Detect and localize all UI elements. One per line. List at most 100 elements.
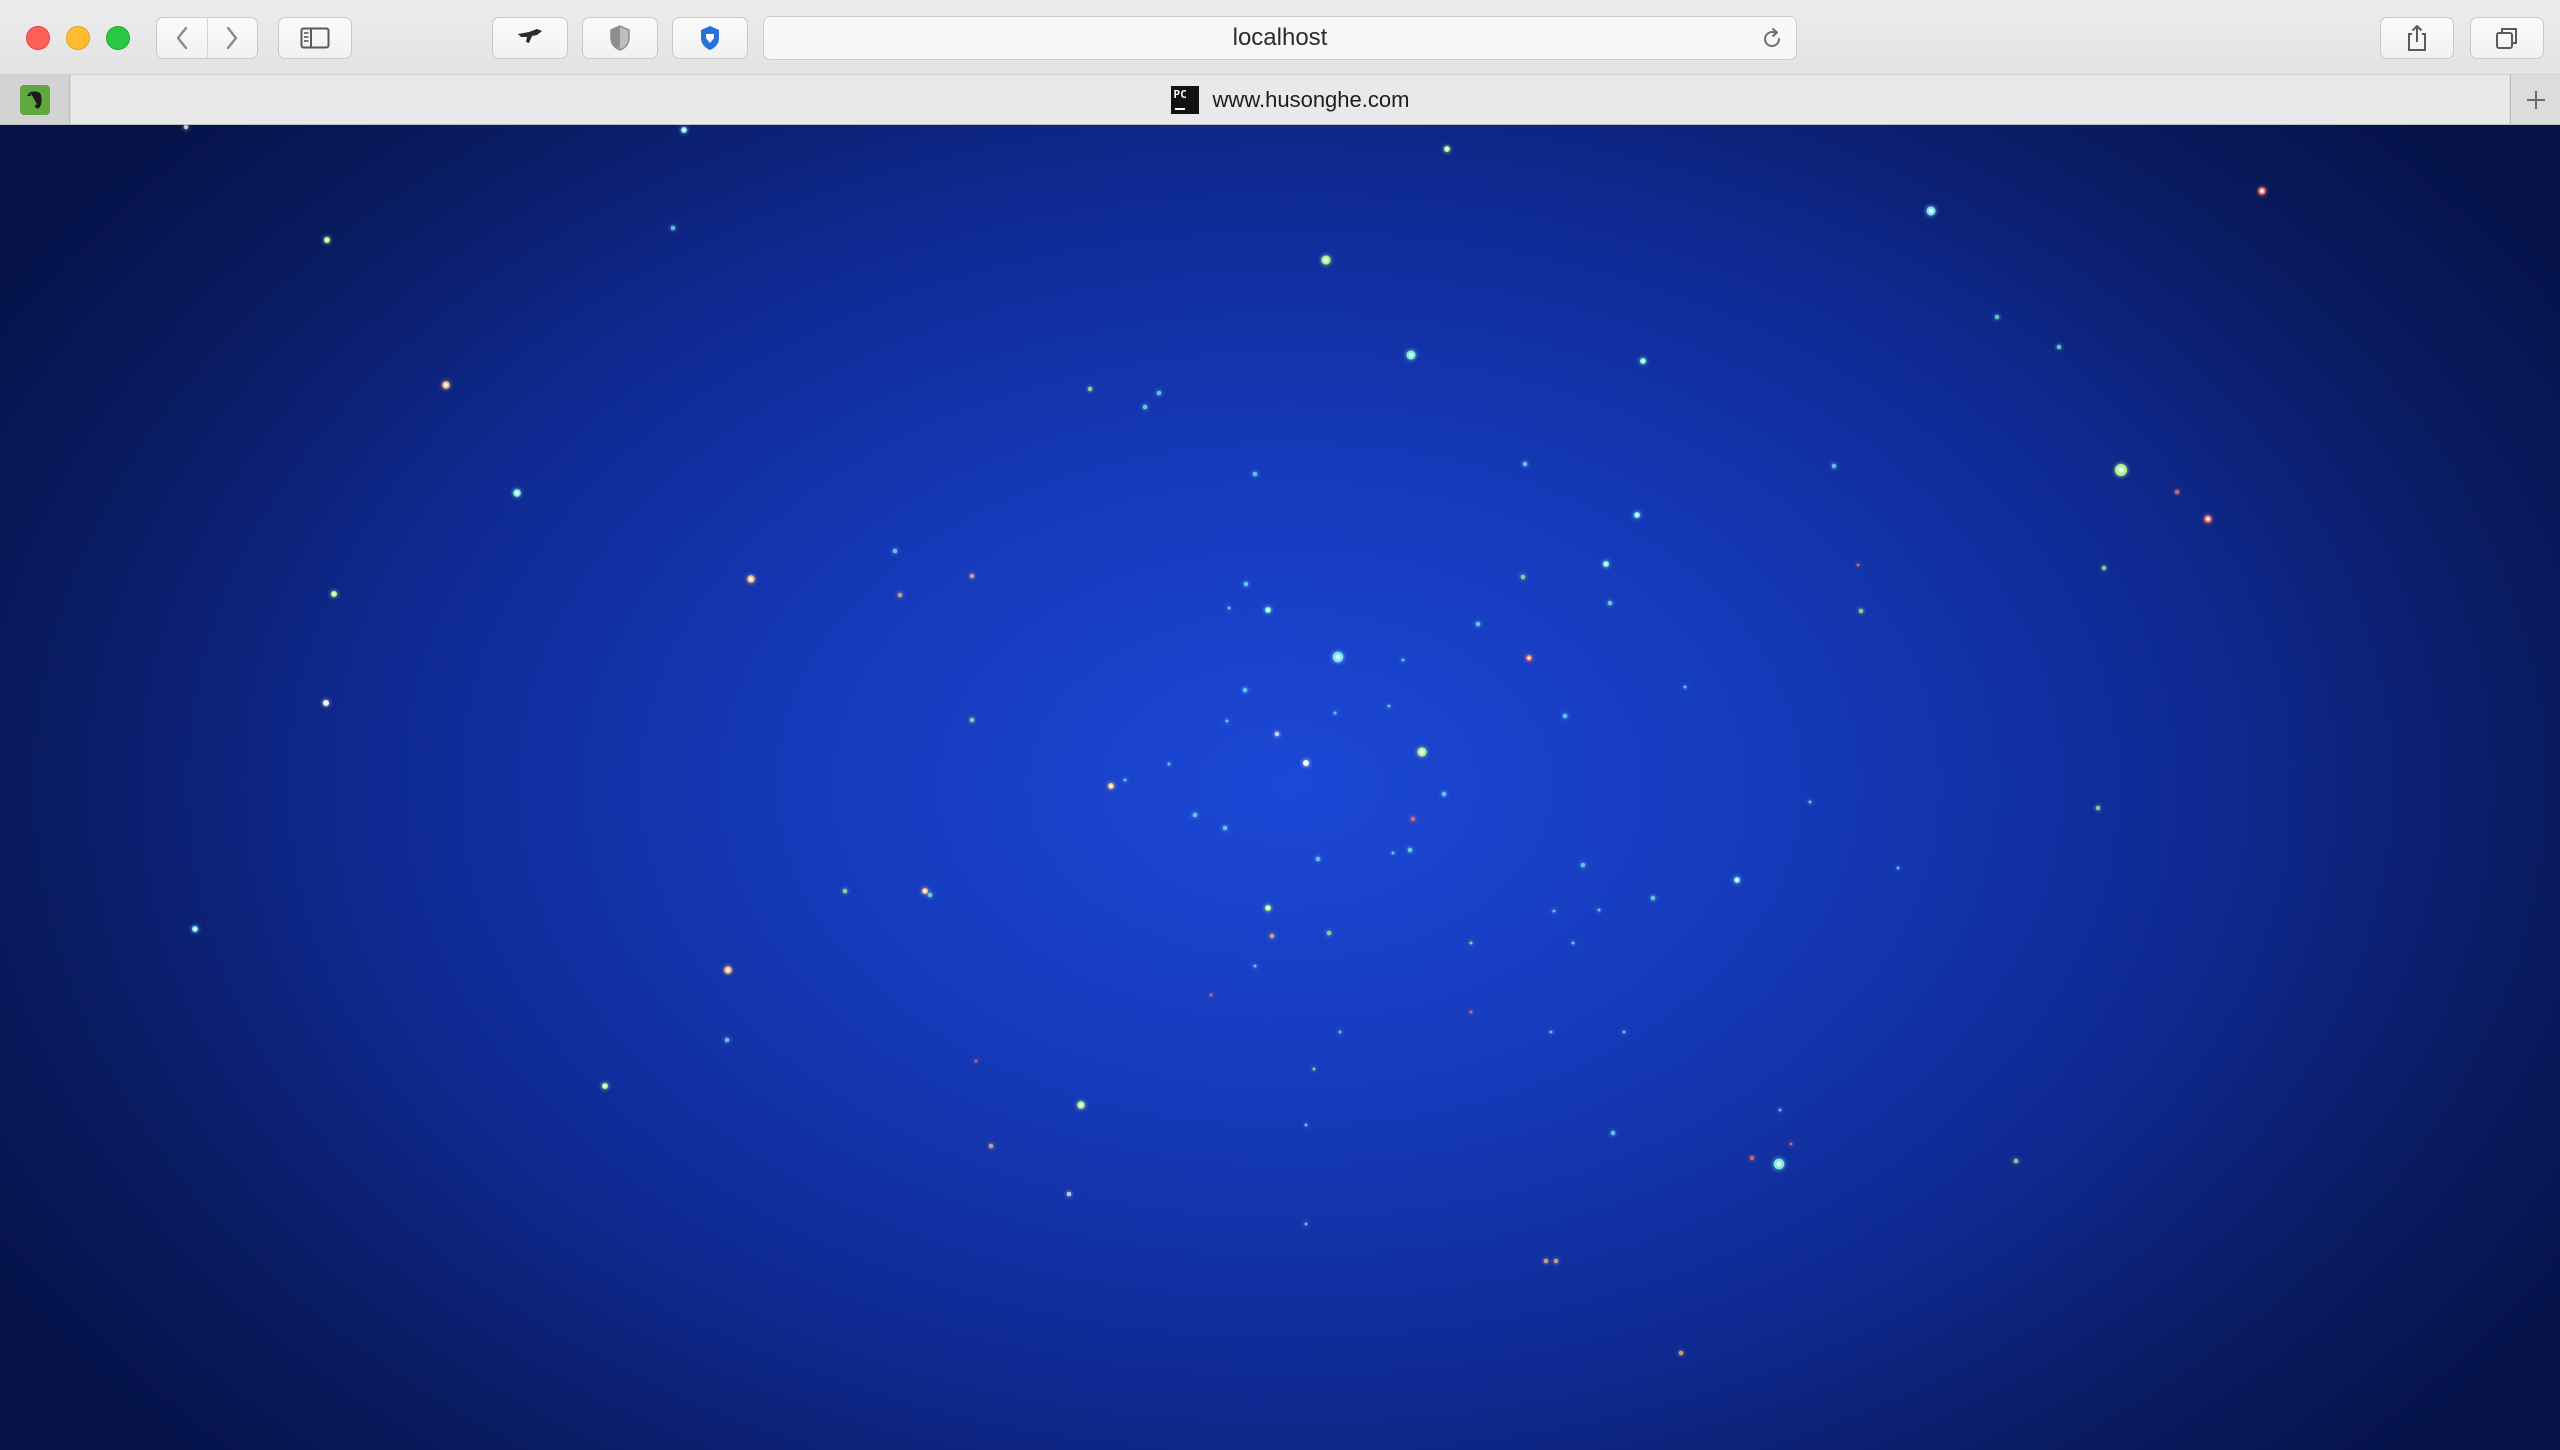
particle [988, 1143, 994, 1149]
particle [2013, 1158, 2019, 1164]
particle-core [1109, 784, 1113, 788]
particle [1520, 574, 1526, 580]
sidebar-icon [300, 27, 330, 49]
close-window-button[interactable] [26, 26, 50, 50]
particle [1549, 1030, 1553, 1034]
bird-extension-button[interactable] [492, 17, 568, 59]
tabs-overview-button[interactable] [2470, 17, 2544, 59]
particle [1580, 862, 1586, 868]
reload-icon [1764, 28, 1781, 48]
particle [1622, 1030, 1626, 1034]
tab-husonghe[interactable]: PC www.husonghe.com [71, 75, 2509, 124]
particle-core [1079, 1103, 1083, 1107]
particle-core [1776, 1161, 1782, 1167]
particle [2095, 805, 2101, 811]
bird-extension-icon [518, 29, 542, 43]
particle [1831, 463, 1837, 469]
particle [1253, 964, 1257, 968]
particle [1994, 314, 2000, 320]
particle [1243, 581, 1249, 587]
particle [1333, 711, 1337, 715]
particle [1192, 812, 1198, 818]
back-icon [176, 26, 187, 50]
particle [2101, 565, 2107, 571]
minimize-window-button[interactable] [66, 26, 90, 50]
particle-core [1641, 359, 1645, 363]
particle [1274, 731, 1280, 737]
particle [1683, 685, 1687, 689]
bitwarden-shield-icon [701, 26, 719, 50]
particle-core [923, 889, 927, 893]
particle-core [444, 383, 448, 387]
particle [183, 125, 189, 130]
particle [1475, 621, 1481, 627]
particle [1552, 909, 1556, 913]
particle [1469, 941, 1473, 945]
particle-core [1445, 147, 1449, 151]
particle [1469, 1010, 1473, 1014]
particle-core [1323, 257, 1329, 263]
pinned-tab[interactable] [0, 75, 70, 124]
sidebar-button[interactable] [278, 17, 352, 59]
share-icon [2408, 25, 2426, 51]
particle-core [603, 1084, 607, 1088]
particle-core [1266, 608, 1270, 612]
particle [1410, 816, 1416, 822]
particle [1225, 719, 1229, 723]
reload-button[interactable] [1760, 27, 1784, 56]
particle [969, 573, 975, 579]
particle [1242, 687, 1248, 693]
particle [1543, 1258, 1549, 1264]
particle-core [1419, 749, 1425, 755]
particle [1209, 993, 1213, 997]
particle [897, 592, 903, 598]
particle [1227, 606, 1231, 610]
particle [1553, 1258, 1559, 1264]
particle [1407, 847, 1413, 853]
back-button[interactable] [157, 18, 207, 58]
particle [1315, 856, 1321, 862]
particle [1167, 762, 1171, 766]
particle-canvas[interactable] [0, 125, 2560, 1450]
particle [1522, 461, 1528, 467]
particle [1123, 778, 1127, 782]
browser-toolbar: localhost [0, 0, 2560, 75]
particle [1269, 933, 1275, 939]
particle [1858, 608, 1864, 614]
bitwarden-extension-button[interactable] [672, 17, 748, 59]
particle [1789, 1142, 1793, 1146]
particle-core [2118, 467, 2124, 473]
new-tab-icon [2526, 90, 2545, 109]
tab-title: www.husonghe.com [1212, 86, 1410, 112]
particle [1156, 390, 1162, 396]
particle-core [749, 577, 753, 581]
particle [1304, 1123, 1308, 1127]
particle [2174, 489, 2180, 495]
particle-core [1266, 906, 1270, 910]
particle-core [515, 491, 519, 495]
share-button[interactable] [2380, 17, 2454, 59]
pycharm-icon: PC [1170, 85, 1199, 114]
particle-core [1335, 654, 1341, 660]
particle [1441, 791, 1447, 797]
address-bar-url: localhost [1232, 24, 1328, 51]
particle [1678, 1350, 1684, 1356]
particle [1391, 851, 1395, 855]
particle-core [324, 701, 328, 705]
forward-button[interactable] [206, 18, 258, 58]
fullscreen-window-button[interactable] [106, 26, 130, 50]
browser-window: localhost PC www.husonghe.com [0, 0, 2560, 1450]
particle-core [1527, 656, 1531, 660]
particle [724, 1037, 730, 1043]
particle [892, 548, 898, 554]
particle [1401, 658, 1405, 662]
new-tab-button[interactable] [2510, 75, 2560, 124]
particle-core [1304, 761, 1308, 765]
particle [1312, 1067, 1316, 1071]
forward-icon [227, 26, 238, 50]
particle-core [726, 968, 730, 972]
particle [1896, 866, 1900, 870]
shield-extension-button[interactable] [582, 17, 658, 59]
tabs-overview-icon [2496, 28, 2517, 49]
address-bar[interactable]: localhost [763, 16, 1797, 60]
